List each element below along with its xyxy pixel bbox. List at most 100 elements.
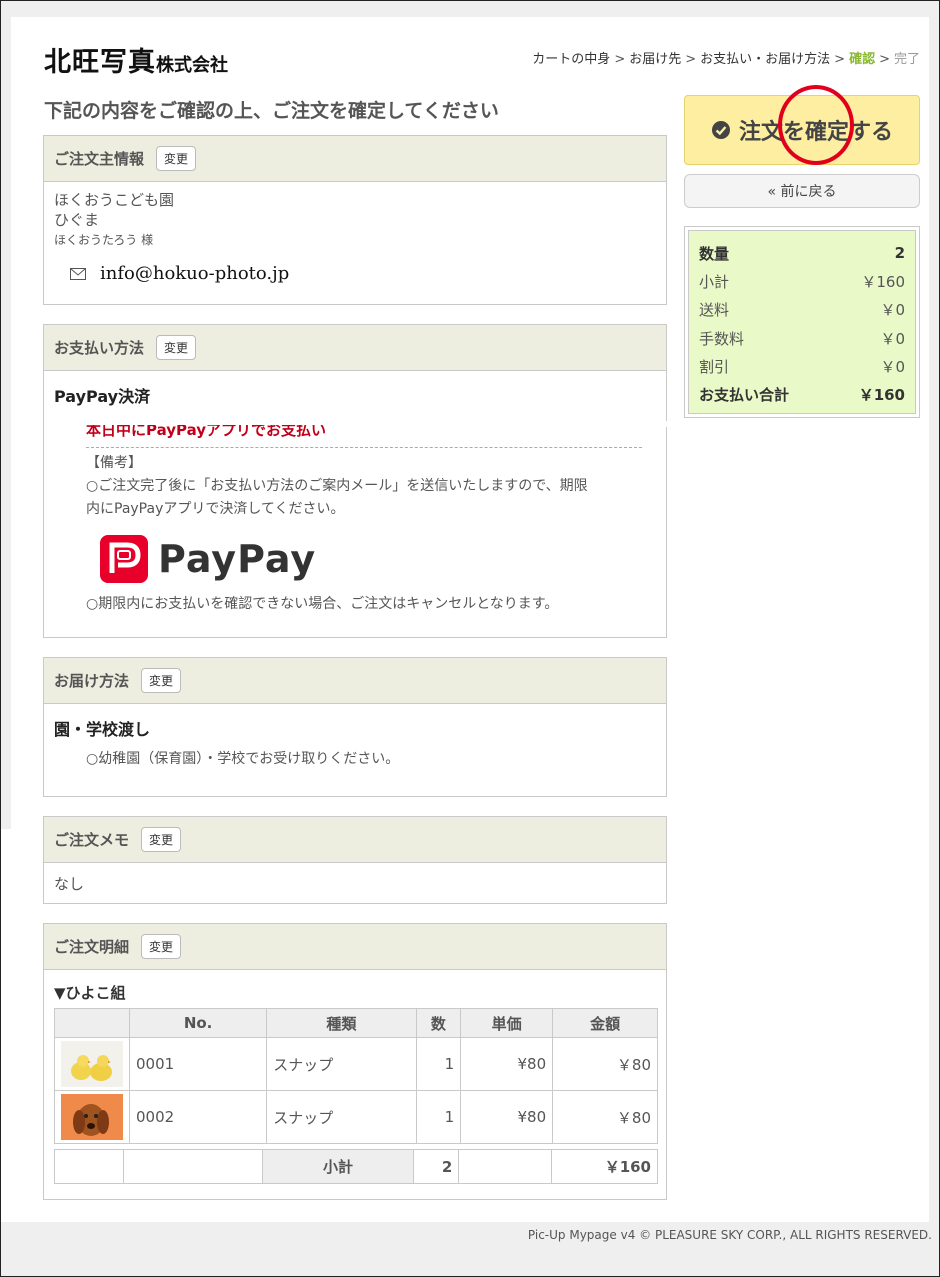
change-delivery-button[interactable]: 変更 bbox=[141, 668, 182, 693]
note-label: 【備考】 bbox=[86, 455, 142, 471]
panel-title: ご注文明細 bbox=[54, 938, 130, 956]
breadcrumb-separator: > bbox=[685, 52, 697, 67]
summary-row: 割引 ￥0 bbox=[699, 352, 905, 380]
change-payment-button[interactable]: 変更 bbox=[156, 335, 197, 360]
payment-details: 本日中にPayPayアプリでお支払い 【備考】 ○ご注文完了後に「お支払い方法の… bbox=[86, 425, 642, 616]
back-button[interactable]: « 前に戻る bbox=[684, 174, 920, 208]
customer-name: ほくおうたろう 様 bbox=[54, 233, 154, 247]
group-name: ▼ひよこ組 bbox=[54, 984, 126, 1002]
note-line: ○ご注文完了後に「お支払い方法のご案内メール」を送信いたしますので、期限 bbox=[86, 478, 588, 494]
summary-value: 2 bbox=[894, 244, 905, 263]
subtotal-table: 小計 2 ￥160 bbox=[54, 1149, 658, 1184]
breadcrumb-separator: > bbox=[614, 52, 626, 67]
empty-cell bbox=[458, 1149, 553, 1184]
thumbnail-cell bbox=[54, 1037, 130, 1091]
summary-total-row: お支払い合計 ￥160 bbox=[699, 380, 905, 408]
panel-header: ご注文主情報 変更 bbox=[44, 136, 666, 182]
check-circle-icon bbox=[711, 121, 730, 139]
item-unit-price: ¥80 bbox=[460, 1037, 554, 1091]
summary-row: 手数料 ￥0 bbox=[699, 324, 905, 352]
brand-logo: 北旺写真株式会社 bbox=[44, 40, 228, 79]
column-header: 種類 bbox=[266, 1008, 417, 1038]
dog-photo-thumbnail[interactable] bbox=[61, 1094, 123, 1140]
column-header: 金額 bbox=[552, 1008, 658, 1038]
highlight-circle bbox=[778, 85, 854, 165]
delivery-panel: お届け方法 変更 園・学校渡し ○幼稚園（保育園）・学校でお受け取りください。 bbox=[43, 657, 667, 797]
breadcrumb-item: お支払い・お届け方法 bbox=[700, 52, 831, 67]
summary-row: 送料 ￥0 bbox=[699, 296, 905, 324]
chicks-photo-thumbnail[interactable] bbox=[61, 1041, 123, 1087]
panel-title: ご注文メモ bbox=[54, 831, 130, 849]
subtotal-label: 小計 bbox=[261, 1149, 415, 1184]
column-header: No. bbox=[128, 1008, 268, 1038]
payment-method: PayPay決済 bbox=[54, 387, 151, 406]
email-address: info@hokuo-photo.jp bbox=[100, 263, 290, 284]
cancel-note: ○期限内にお支払いを確認できない場合、ご注文はキャンセルとなります。 bbox=[86, 596, 559, 612]
paypay-logo: PayPay bbox=[100, 535, 642, 583]
table-row: 0001 スナップ 1 ¥80 ￥80 bbox=[54, 1037, 658, 1091]
panel-title: ご注文主情報 bbox=[54, 150, 145, 168]
payment-panel: お支払い方法 変更 PayPay決済 本日中にPayPayアプリでお支払い 【備… bbox=[43, 324, 668, 638]
summary-box: 数量 2 小計 ￥160 送料 ￥0 手数料 ￥0 割引 ￥0 お支払い合計 ￥… bbox=[688, 230, 916, 414]
breadcrumb: カートの中身 > お届け先 > お支払い・お届け方法 > 確認 > 完了 bbox=[532, 48, 920, 67]
change-memo-button[interactable]: 変更 bbox=[141, 827, 182, 852]
envelope-icon bbox=[70, 268, 86, 280]
subtotal-qty: 2 bbox=[413, 1149, 460, 1184]
payment-deadline: 本日中にPayPayアプリでお支払い bbox=[86, 425, 327, 439]
item-type: スナップ bbox=[266, 1090, 417, 1144]
summary-value: ￥160 bbox=[861, 272, 905, 291]
thumbnail-cell bbox=[54, 1090, 130, 1144]
column-header bbox=[54, 1008, 130, 1038]
table-header-row: No. 種類 数 単価 金額 bbox=[54, 1008, 658, 1038]
panel-header: お支払い方法 変更 bbox=[44, 325, 666, 371]
summary-value: ￥160 bbox=[858, 386, 905, 405]
breadcrumb-item: 完了 bbox=[893, 52, 920, 67]
school-name: ほくおうこども園 bbox=[54, 191, 175, 209]
column-header: 数 bbox=[415, 1008, 462, 1038]
page-title: 下記の内容をご確認の上、ご注文を確定してください bbox=[44, 100, 499, 122]
panel-title: お支払い方法 bbox=[54, 339, 145, 357]
summary-value: ￥0 bbox=[880, 357, 905, 376]
change-detail-button[interactable]: 変更 bbox=[141, 934, 182, 959]
breadcrumb-item: カートの中身 bbox=[532, 52, 611, 67]
background-strip bbox=[1, 1, 939, 17]
order-summary: 数量 2 小計 ￥160 送料 ￥0 手数料 ￥0 割引 ￥0 お支払い合計 ￥… bbox=[684, 226, 920, 418]
breadcrumb-item: お届け先 bbox=[629, 52, 682, 67]
change-orderer-button[interactable]: 変更 bbox=[156, 146, 197, 171]
summary-value: ￥0 bbox=[880, 301, 905, 320]
paypay-icon bbox=[100, 535, 148, 583]
panel-title: お届け方法 bbox=[54, 672, 130, 690]
divider bbox=[86, 447, 642, 448]
copyright-footer: Pic-Up Mypage v4 © PLEASURE SKY CORP., A… bbox=[527, 1228, 932, 1242]
background-strip bbox=[1, 1, 11, 829]
item-number: 0002 bbox=[128, 1090, 268, 1144]
summary-label: 割引 bbox=[699, 357, 730, 376]
summary-row: 小計 ￥160 bbox=[699, 267, 905, 295]
item-qty: 1 bbox=[415, 1090, 462, 1144]
order-detail-panel: ご注文明細 変更 ▼ひよこ組 No. 種類 数 単価 金額 0001 スナップ … bbox=[43, 923, 667, 1200]
table-row: 0002 スナップ 1 ¥80 ￥80 bbox=[54, 1090, 658, 1144]
memo-value: なし bbox=[54, 875, 85, 893]
note-line: 内にPayPayアプリで決済してください。 bbox=[86, 501, 345, 517]
delivery-method: 園・学校渡し bbox=[54, 720, 151, 739]
summary-label: 手数料 bbox=[699, 329, 745, 348]
summary-label: 小計 bbox=[699, 272, 730, 291]
panel-header: ご注文明細 変更 bbox=[44, 924, 666, 970]
delivery-note: ○幼稚園（保育園）・学校でお受け取りください。 bbox=[86, 751, 400, 767]
order-items-table: No. 種類 数 単価 金額 0001 スナップ 1 ¥80 ￥80 0002 … bbox=[54, 1008, 658, 1144]
column-header: 単価 bbox=[460, 1008, 554, 1038]
summary-label: 送料 bbox=[699, 301, 730, 320]
class-name: ひぐま bbox=[54, 211, 100, 229]
memo-panel: ご注文メモ 変更 なし bbox=[43, 816, 667, 904]
brand-suffix: 株式会社 bbox=[156, 55, 228, 76]
item-qty: 1 bbox=[415, 1037, 462, 1091]
summary-value: ￥0 bbox=[880, 329, 905, 348]
subtotal-amount: ￥160 bbox=[551, 1149, 658, 1184]
orderer-info: ほくおうこども園 ひぐま ほくおうたろう 様 info@hokuo-photo.… bbox=[44, 182, 666, 292]
item-amount: ￥80 bbox=[552, 1090, 658, 1144]
orderer-panel: ご注文主情報 変更 ほくおうこども園 ひぐま ほくおうたろう 様 info@ho… bbox=[43, 135, 667, 305]
item-unit-price: ¥80 bbox=[460, 1090, 554, 1144]
breadcrumb-separator: > bbox=[879, 52, 890, 67]
summary-label: お支払い合計 bbox=[699, 386, 790, 405]
item-type: スナップ bbox=[266, 1037, 417, 1091]
